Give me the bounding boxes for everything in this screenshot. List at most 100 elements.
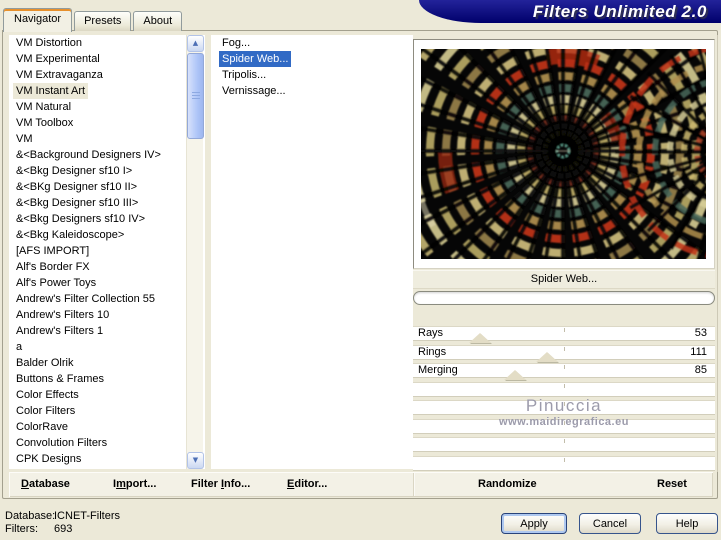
filter-item[interactable]: Spider Web... [211,51,413,67]
apply-button[interactable]: Apply [501,513,567,534]
category-item[interactable]: Buttons & Frames [9,371,205,387]
database-value: ICNET-Filters [54,510,120,522]
category-item-label: ColorRave [16,421,68,433]
cancel-button[interactable]: Cancel [579,513,641,534]
menu-item-randomize[interactable]: Randomize [478,472,537,497]
category-item[interactable]: Alf's Border FX [9,259,205,275]
filter-list[interactable]: Fog... Spider Web... Tripolis... Vernissage… [211,35,413,469]
filter-item-label: Fog... [222,37,251,49]
category-item-label: Buttons & Frames [16,373,105,385]
category-item[interactable]: Color Filters [9,403,205,419]
category-item-label: CPK Designs [16,453,82,465]
slider-center-tick-icon [564,402,565,406]
category-item-label: Alf's Border FX [16,261,90,273]
category-item-label: Andrew's Filters 10 [16,309,110,321]
category-item[interactable]: Andrew's Filters 1 [9,323,205,339]
category-item-label: &<BKg Designer sf10 II> [16,181,138,193]
category-item[interactable]: Color Effects [9,387,205,403]
category-item-label: VM [16,133,33,145]
category-item[interactable]: [AFS IMPORT] [9,243,205,259]
help-button[interactable]: Help [656,513,718,534]
bottom-menu-bar: Database Import... Filter Info... Editor...… [9,472,713,497]
slider-row[interactable]: Merging 85 [413,363,715,380]
category-item[interactable]: &<Bkg Designer sf10 I> [9,163,205,179]
menu-item-label: D [21,478,29,490]
slider-center-tick-icon [564,420,565,425]
app-title: Filters Unlimited 2.0 [532,1,707,21]
category-item[interactable]: Alf's Power Toys [9,275,205,291]
slider-center-tick-icon [564,439,565,443]
menu-item-label: port... [125,478,157,490]
slider-thumb-icon[interactable] [504,370,527,380]
category-item[interactable]: ColorRave [9,419,205,435]
category-item[interactable]: Balder Olrik [9,355,205,371]
category-item-label: &<Background Designers IV> [16,149,161,161]
category-item[interactable]: &<Bkg Kaleidoscope> [9,227,205,243]
scroll-down-icon: ▼ [192,456,199,464]
category-item[interactable]: VM [9,131,205,147]
scroll-down-button[interactable]: ▼ [187,452,204,469]
category-item[interactable]: VM Experimental [9,51,205,67]
category-item[interactable]: &<Bkg Designer sf10 III> [9,195,205,211]
category-item-label: &<Bkg Designers sf10 IV> [16,213,146,225]
category-item[interactable]: &<Background Designers IV> [9,147,205,163]
filter-item[interactable]: Vernissage... [211,83,413,99]
category-item[interactable]: &<BKg Designer sf10 II> [9,179,205,195]
category-scrollbar[interactable]: ▲ ▼ [186,35,204,469]
category-item[interactable]: VM Natural [9,99,205,115]
category-item-label: Color Filters [16,405,76,417]
slider-center-tick-icon [564,383,565,388]
filter-item-label: Vernissage... [222,85,286,97]
menu-item-label: ditor... [294,478,328,490]
category-item[interactable]: &<Bkg Designers sf10 IV> [9,211,205,227]
filter-item[interactable]: Fog... [211,35,413,51]
slider-row-empty [413,381,715,397]
menu-item-filterinfo[interactable]: Filter Info... [191,472,250,497]
navigator-page: VM Distortion VM Experimental VM Extravaga… [2,30,718,499]
slider-thumb-icon[interactable] [469,333,492,343]
slider-row-empty [413,455,715,471]
category-list[interactable]: VM Distortion VM Experimental VM Extravaga… [9,35,205,469]
scrollbar-thumb[interactable] [187,53,204,139]
category-item[interactable]: Convolution Filters [9,435,205,451]
filter-item-label: Spider Web... [219,51,292,67]
menu-item-reset[interactable]: Reset [657,472,687,497]
menu-item-import[interactable]: Import... [113,472,156,497]
preview-frame [413,39,715,269]
category-item[interactable]: VM Instant Art [9,83,205,99]
preview-image [421,49,706,259]
menu-item-label: atabase [28,478,70,490]
category-item[interactable]: CPK Designs [9,451,205,467]
tab-navigator[interactable]: Navigator [3,8,73,32]
menu-item-database[interactable]: Database [21,472,70,497]
slider-thumb-icon[interactable] [536,351,559,362]
category-item[interactable]: a [9,339,205,355]
filter-item-label: Tripolis... [222,69,267,81]
category-item-label: VM Extravaganza [16,69,103,81]
category-item[interactable]: Andrew's Filter Collection 55 [9,291,205,307]
filters-label: Filters: [5,523,38,535]
database-label: Database: [5,510,56,522]
category-item-label: VM Toolbox [16,117,74,129]
category-item[interactable]: VM Toolbox [9,115,205,131]
slider-center-tick-icon [564,346,565,351]
filter-item[interactable]: Tripolis... [211,67,413,83]
category-item-label: VM Experimental [16,53,100,65]
scroll-up-button[interactable]: ▲ [187,35,204,52]
tab-about[interactable]: About [133,11,183,31]
slider-value: 85 [694,364,707,376]
category-item-label: VM Instant Art [13,83,89,99]
slider-row[interactable]: Rays 53 [413,326,715,343]
progress-bar [413,291,715,305]
slider-label: Rings [418,345,447,358]
category-item[interactable]: Andrew's Filters 10 [9,307,205,323]
category-item[interactable]: VM Extravaganza [9,67,205,83]
category-item-label: VM Distortion [16,37,83,49]
menu-item-label: Filter [191,478,221,490]
slider-center-tick-icon [564,328,565,332]
tab-presets[interactable]: Presets [74,11,132,31]
slider-row[interactable]: Rings 111 [413,344,715,362]
category-item-label: Andrew's Filters 1 [16,325,104,337]
category-item[interactable]: VM Distortion [9,35,205,51]
menu-item-editor[interactable]: Editor... [287,472,327,497]
